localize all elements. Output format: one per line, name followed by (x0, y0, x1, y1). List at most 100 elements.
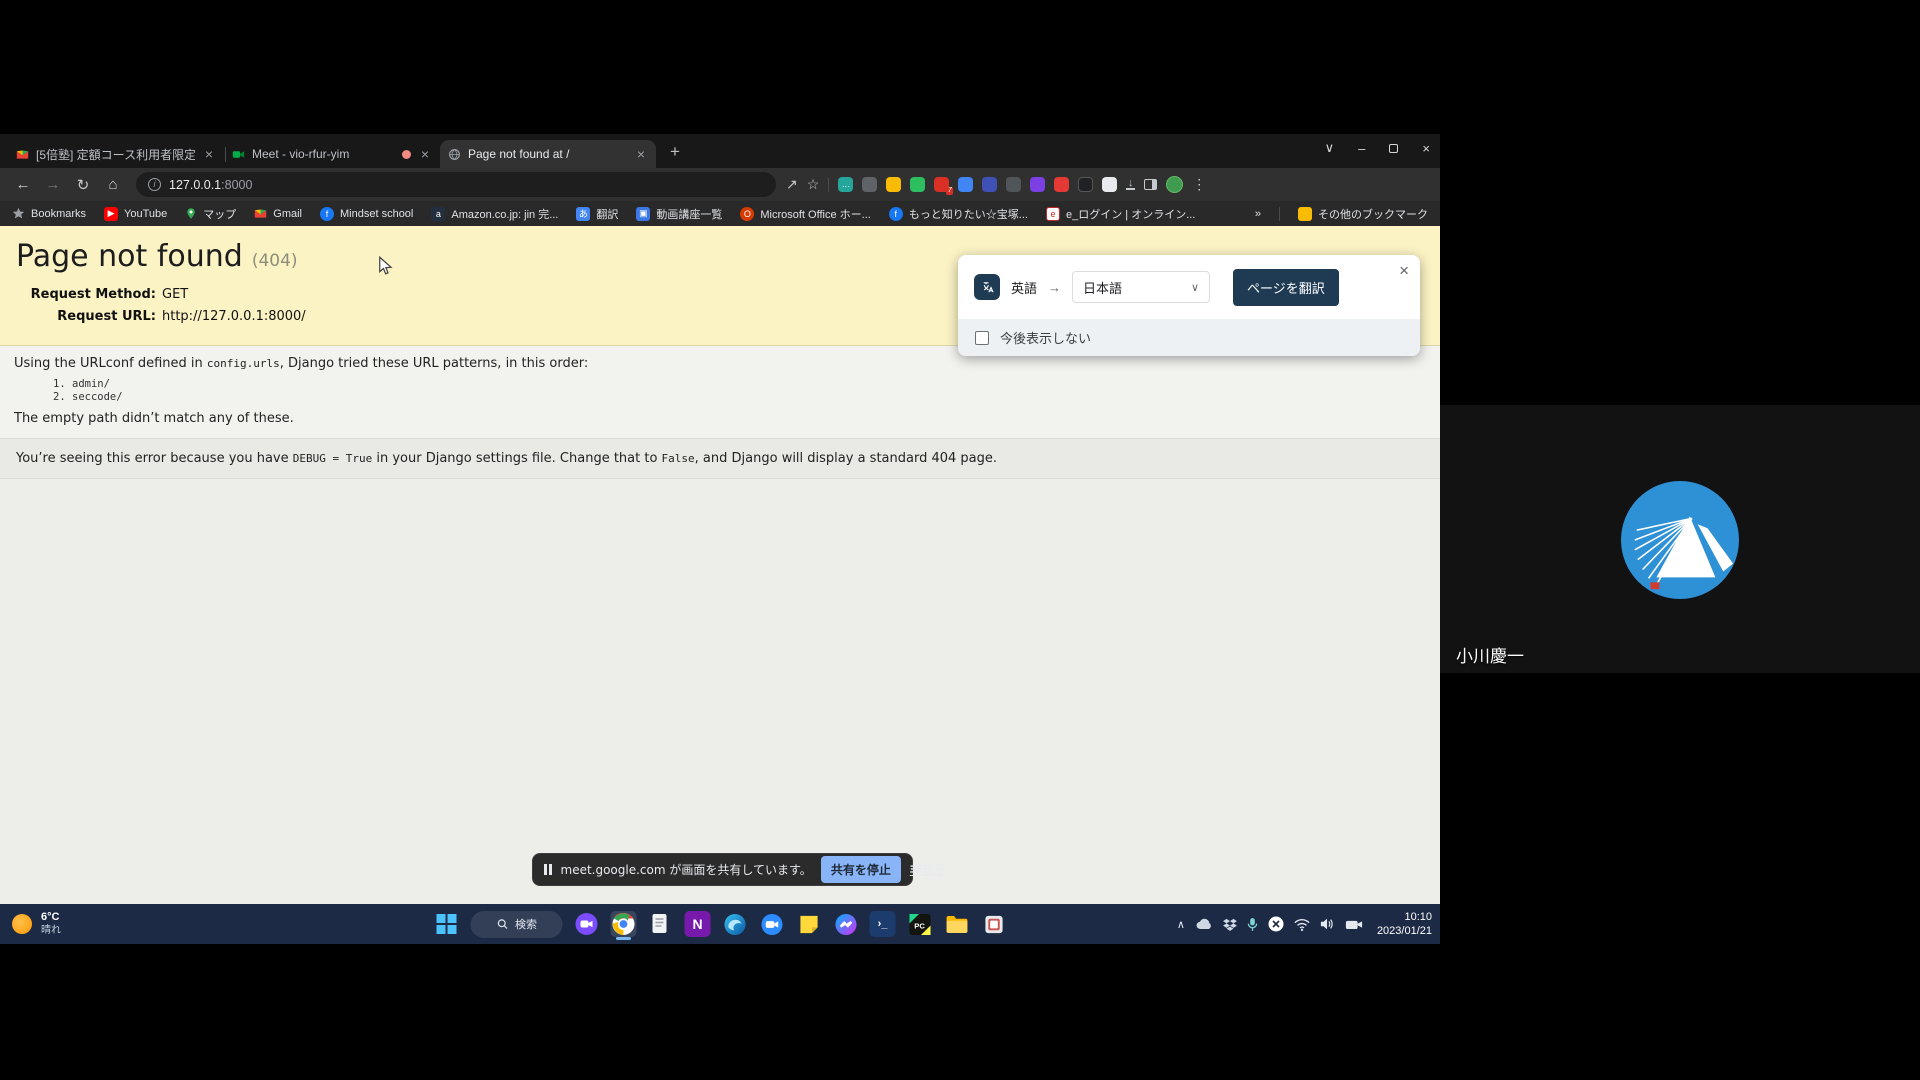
close-icon[interactable]: × (634, 146, 648, 162)
wifi-icon[interactable] (1294, 918, 1310, 931)
dropbox-extension-icon[interactable] (862, 177, 877, 192)
bookmark-item[interactable]: あ翻訳 (576, 206, 618, 222)
google-translate-icon (974, 274, 1000, 300)
share-icon[interactable]: ↗ (786, 176, 798, 193)
microphone-icon[interactable] (1247, 917, 1258, 932)
url-pattern: admin/ (72, 378, 1424, 390)
target-language-select[interactable]: 日本語 ∨ (1072, 271, 1210, 303)
onedrive-icon[interactable] (1195, 918, 1213, 930)
duo-camera-app-icon[interactable] (574, 911, 600, 937)
pause-icon[interactable] (544, 864, 552, 875)
bookmark-item[interactable]: Gmail (254, 207, 302, 220)
bookmark-item[interactable]: fもっと知りたい☆宝塚... (889, 206, 1028, 222)
close-icon[interactable]: × (418, 146, 432, 162)
pycharm-app-icon[interactable]: PC (907, 911, 933, 937)
chevron-up-icon[interactable]: ∧ (1177, 918, 1185, 931)
arrow-right-icon: → (1048, 280, 1061, 295)
tab-meet[interactable]: Meet - vio-rfur-yim × (224, 140, 440, 168)
evernote-extension-icon[interactable] (910, 177, 925, 192)
edge-app-icon[interactable] (722, 911, 748, 937)
file-explorer-app-icon[interactable] (944, 911, 970, 937)
folder-icon (1298, 207, 1312, 221)
mute-circle-icon[interactable] (1268, 916, 1284, 932)
minimize-button[interactable]: – (1358, 141, 1365, 156)
search-icon (496, 918, 508, 930)
translate-popup-footer: 今後表示しない (958, 319, 1420, 356)
sticky-notes-app-icon[interactable] (796, 911, 822, 937)
powershell-app-icon[interactable]: ›_ (870, 911, 896, 937)
purple-extension-icon[interactable] (1030, 177, 1045, 192)
gmail-checker-extension-icon[interactable]: 7 (934, 177, 949, 192)
taskbar-clock[interactable]: 10:10 2023/01/21 (1377, 910, 1432, 939)
download-icon[interactable]: ←↓ (1126, 179, 1135, 190)
tab-gmail[interactable]: [5倍塾] 定額コース利用者限定 1月 × (8, 140, 224, 168)
snipping-tool-app-icon[interactable] (981, 911, 1007, 937)
side-panel-icon[interactable] (1144, 179, 1157, 190)
taskbar-search[interactable]: 検索 (471, 911, 563, 938)
dont-show-label: 今後表示しない (1000, 328, 1091, 347)
source-language: 英語 (1011, 278, 1037, 297)
extensions-puzzle-icon[interactable] (1102, 177, 1117, 192)
hide-link[interactable]: 非表示 (910, 861, 946, 878)
dark-extension-icon[interactable] (1078, 177, 1093, 192)
home-icon[interactable]: ⌂ (100, 176, 126, 193)
bookmarks-divider (1279, 207, 1280, 221)
bookmark-item[interactable]: ee_ログイン | オンライン... (1046, 206, 1195, 222)
lock-extension-icon[interactable] (982, 177, 997, 192)
profile-avatar[interactable] (1166, 176, 1183, 193)
document-app-icon[interactable] (648, 911, 674, 937)
wand-extension-icon[interactable] (1054, 177, 1069, 192)
onenote-app-icon[interactable]: N (685, 911, 711, 937)
status-code: (404) (252, 251, 298, 271)
dropbox-icon[interactable] (1223, 918, 1237, 931)
translate-page-button[interactable]: ページを翻訳 (1233, 269, 1339, 306)
bookmark-item[interactable]: マップ (185, 206, 236, 222)
unread-badge: 7 (946, 187, 953, 195)
taskbar-weather-widget[interactable]: 6°C 晴れ (12, 904, 61, 944)
bookmark-item[interactable]: aAmazon.co.jp: jin 完... (431, 206, 558, 222)
bookmark-item[interactable]: ▶YouTube (104, 207, 167, 221)
pyramid-logo-icon (1621, 481, 1739, 599)
address-bar[interactable]: i 127.0.0.1:8000 (136, 172, 776, 197)
pulse-extension-icon[interactable] (1006, 177, 1021, 192)
chrome-app-icon[interactable] (611, 911, 637, 937)
participant-tile[interactable]: 小川慶一 (1440, 405, 1920, 673)
keep-extension-icon[interactable] (886, 177, 901, 192)
windows-start-button[interactable] (434, 911, 460, 937)
zoom-app-icon[interactable] (759, 911, 785, 937)
clock-date: 2023/01/21 (1377, 924, 1432, 938)
site-info-icon[interactable]: i (148, 178, 161, 191)
menu-icon[interactable]: ⋮ (1192, 176, 1206, 193)
refresh-icon[interactable]: ↻ (70, 176, 96, 194)
blue-extension-icon[interactable] (958, 177, 973, 192)
target-language: 日本語 (1083, 278, 1122, 297)
stop-sharing-button[interactable]: 共有を停止 (821, 856, 901, 883)
bookmark-star-icon[interactable]: ☆ (807, 176, 820, 193)
new-tab-button[interactable]: + (670, 142, 680, 162)
tab-page-not-found[interactable]: Page not found at / × (440, 140, 656, 168)
bookmark-item[interactable]: Bookmarks (12, 207, 86, 220)
close-icon[interactable]: × (202, 146, 216, 162)
dont-show-checkbox[interactable] (975, 331, 989, 345)
debug-explanation-section: You’re seeing this error because you hav… (0, 439, 1440, 479)
tab-search-icon[interactable]: ∨ (1325, 140, 1335, 156)
bookmark-item[interactable]: OMicrosoft Office ホー... (740, 206, 870, 222)
close-window-button[interactable]: × (1422, 141, 1430, 156)
tab-title: Meet - vio-rfur-yim (252, 147, 395, 161)
other-bookmarks-button[interactable]: その他のブックマーク (1298, 206, 1428, 222)
windows-taskbar: 6°C 晴れ 検索 N ›_ PC (0, 904, 1440, 944)
empty-path-text: The empty path didn’t match any of these… (14, 411, 1424, 426)
toolbar-actions: ↗ ☆ … 7 ←↓ (786, 176, 1206, 193)
close-icon[interactable]: × (1399, 261, 1409, 281)
bookmark-item[interactable]: fMindset school (320, 207, 413, 221)
office-icon: O (740, 207, 754, 221)
messenger-app-icon[interactable] (833, 911, 859, 937)
volume-icon[interactable] (1320, 917, 1335, 931)
bookmark-item[interactable]: ▣動画講座一覧 (636, 206, 722, 222)
bookmarks-overflow-icon[interactable]: » (1255, 208, 1261, 220)
forward-icon[interactable]: → (40, 176, 66, 193)
maximize-button[interactable] (1389, 144, 1398, 153)
back-icon[interactable]: ← (10, 176, 36, 193)
camera-icon[interactable] (1345, 918, 1363, 931)
ellipsis-extension-icon[interactable]: … (838, 177, 853, 192)
